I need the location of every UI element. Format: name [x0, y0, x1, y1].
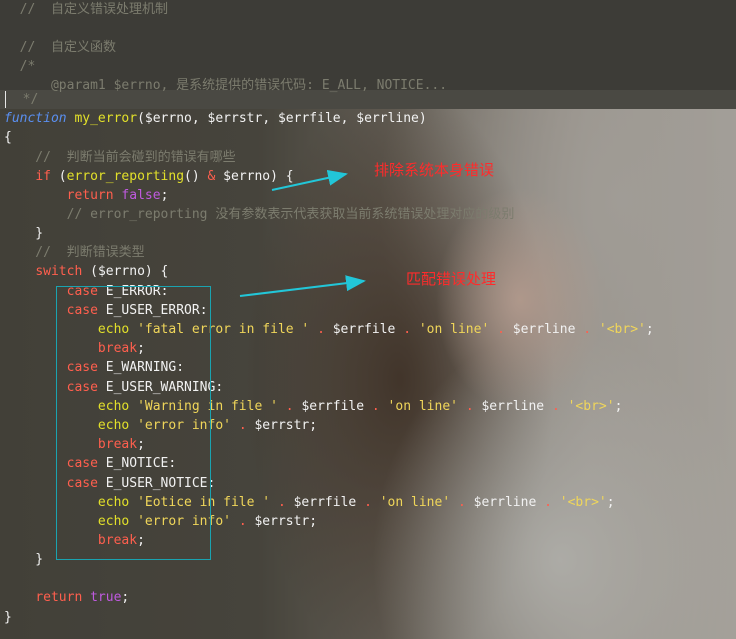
annotation-exclude-system-errors: 排除系统本身错误	[374, 161, 495, 179]
arrow-to-note1	[271, 169, 348, 191]
annotation-arrows	[239, 169, 366, 297]
annotation-match-error-handling: 匹配错误处理	[406, 270, 497, 288]
arrow-to-note2	[239, 275, 366, 297]
